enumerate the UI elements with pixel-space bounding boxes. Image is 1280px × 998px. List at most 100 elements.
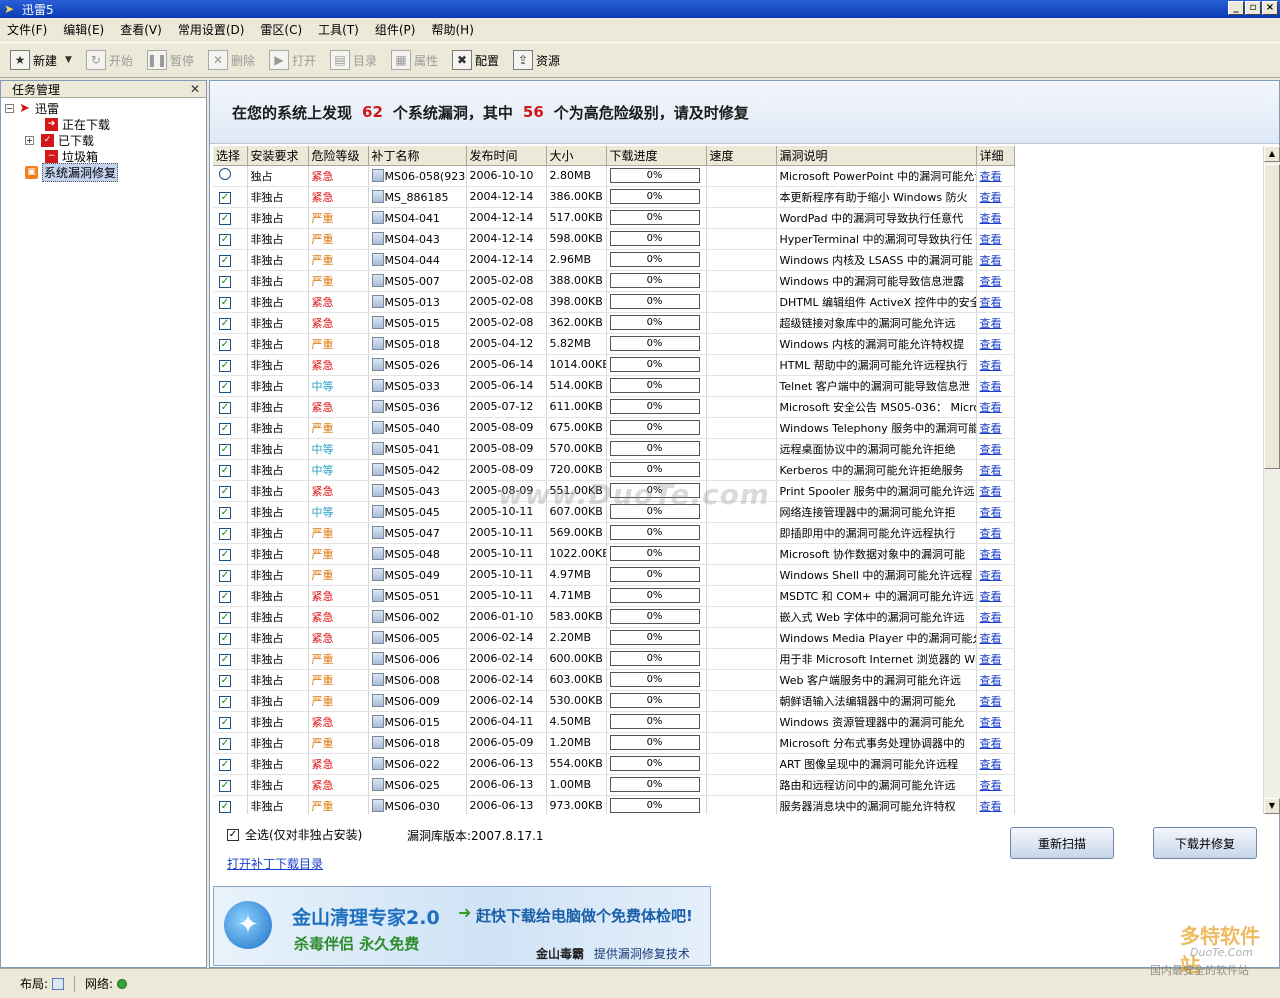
collapse-icon[interactable]: −: [5, 103, 14, 113]
open-download-dir-link[interactable]: 打开补丁下载目录: [227, 855, 323, 872]
new-button[interactable]: ★ 新建 ▼: [6, 47, 76, 73]
resources-button[interactable]: ⇪ 资源: [509, 47, 564, 73]
table-row[interactable]: ✓ 非独占 紧急 MS06-015 2006-04-11 4.50MB 0% Windows …: [213, 711, 1015, 733]
maximize-button[interactable]: ▫: [1245, 1, 1261, 15]
table-row[interactable]: ✓ 非独占 中等 MS05-042 2005-08-09 720.00KB 0% Kerber…: [213, 459, 1015, 481]
select-all-checkbox[interactable]: ✓: [227, 828, 239, 841]
menu-view[interactable]: 查看(V): [112, 20, 170, 40]
view-detail-link[interactable]: 查看: [980, 338, 1002, 351]
dropdown-arrow-icon[interactable]: ▼: [65, 55, 72, 65]
menu-edit[interactable]: 编辑(E): [55, 20, 112, 40]
row-select-checkbox[interactable]: ✓: [219, 401, 231, 414]
view-detail-link[interactable]: 查看: [980, 191, 1002, 204]
row-select-checkbox[interactable]: ✓: [219, 548, 231, 561]
tree-node-downloaded[interactable]: + ✓ 已下载: [1, 132, 206, 148]
row-select-checkbox[interactable]: ✓: [219, 338, 231, 351]
table-row[interactable]: ✓ 非独占 严重 MS06-030 2006-06-13 973.00KB 0% 服务器消息块…: [213, 795, 1015, 814]
properties-button[interactable]: ▦ 属性: [387, 47, 442, 73]
directory-button[interactable]: ▤ 目录: [326, 47, 381, 73]
view-detail-link[interactable]: 查看: [980, 233, 1002, 246]
col-severity[interactable]: 危险等级: [308, 146, 369, 166]
row-select-checkbox[interactable]: ✓: [219, 653, 231, 666]
row-select-checkbox[interactable]: ✓: [219, 674, 231, 687]
row-select-checkbox[interactable]: ✓: [219, 380, 231, 393]
view-detail-link[interactable]: 查看: [980, 212, 1002, 225]
row-select-checkbox[interactable]: ✓: [219, 590, 231, 603]
menu-components[interactable]: 组件(P): [367, 20, 424, 40]
view-detail-link[interactable]: 查看: [980, 359, 1002, 372]
row-select-checkbox[interactable]: ✓: [219, 359, 231, 372]
table-row[interactable]: ✓ 非独占 中等 MS05-041 2005-08-09 570.00KB 0% 远程桌面协议…: [213, 438, 1015, 460]
view-detail-link[interactable]: 查看: [980, 590, 1002, 603]
view-detail-link[interactable]: 查看: [980, 401, 1002, 414]
start-button[interactable]: ↻ 开始: [82, 47, 137, 73]
row-select-checkbox[interactable]: ✓: [219, 716, 231, 729]
ad-banner[interactable]: ✦ 金山清理专家2.0 杀毒伴侣 永久免费 ➜ 赶快下载给电脑做个免费体检吧! …: [213, 886, 711, 966]
close-button[interactable]: ×: [1262, 1, 1278, 15]
row-select-checkbox[interactable]: ✓: [219, 485, 231, 498]
view-detail-link[interactable]: 查看: [980, 737, 1002, 750]
view-detail-link[interactable]: 查看: [980, 548, 1002, 561]
row-select-checkbox[interactable]: ✓: [219, 506, 231, 519]
table-row[interactable]: ✓ 非独占 严重 MS06-009 2006-02-14 530.00KB 0% 朝鲜语输入法…: [213, 690, 1015, 712]
view-detail-link[interactable]: 查看: [980, 779, 1002, 792]
view-detail-link[interactable]: 查看: [980, 170, 1002, 183]
view-detail-link[interactable]: 查看: [980, 569, 1002, 582]
layout-icon[interactable]: [52, 977, 65, 990]
tree-node-vuln-fix[interactable]: ▣ 系统漏洞修复: [1, 162, 206, 182]
row-select-checkbox[interactable]: ✓: [219, 569, 231, 582]
view-detail-link[interactable]: 查看: [980, 632, 1002, 645]
table-row[interactable]: ✓ 非独占 紧急 MS05-026 2005-06-14 1014.00KB 0% HTML …: [213, 354, 1015, 376]
select-all-control[interactable]: ✓ 全选(仅对非独占安装): [227, 826, 362, 843]
row-select-checkbox[interactable]: ✓: [219, 443, 231, 456]
view-detail-link[interactable]: 查看: [980, 674, 1002, 687]
row-select-checkbox[interactable]: ✓: [219, 233, 231, 246]
view-detail-link[interactable]: 查看: [980, 464, 1002, 477]
row-select-checkbox[interactable]: ✓: [219, 422, 231, 435]
view-detail-link[interactable]: 查看: [980, 254, 1002, 267]
table-row[interactable]: ✓ 非独占 紧急 MS06-005 2006-02-14 2.20MB 0% Windows …: [213, 627, 1015, 649]
pause-button[interactable]: ❚❚ 暂停: [143, 47, 198, 73]
tree-node-thunder[interactable]: − ➤ 迅雷: [1, 100, 206, 116]
table-row[interactable]: ✓ 非独占 严重 MS06-018 2006-05-09 1.20MB 0% Microsof…: [213, 732, 1015, 754]
table-row[interactable]: ✓ 非独占 严重 MS06-006 2006-02-14 600.00KB 0% 用于非 Mi…: [213, 648, 1015, 670]
table-row[interactable]: ✓ 非独占 严重 MS05-048 2005-10-11 1022.00KB 0% Micro…: [213, 543, 1015, 565]
menu-settings[interactable]: 常用设置(D): [170, 20, 253, 40]
table-row[interactable]: ✓ 非独占 紧急 MS05-036 2005-07-12 611.00KB 0% Micros…: [213, 396, 1015, 418]
col-detail[interactable]: 详细: [976, 146, 1015, 166]
row-select-radio[interactable]: [219, 168, 231, 180]
menu-zone[interactable]: 雷区(C): [252, 20, 310, 40]
expand-icon[interactable]: +: [25, 135, 34, 145]
table-row[interactable]: ✓ 非独占 严重 MS05-007 2005-02-08 388.00KB 0% Window…: [213, 270, 1015, 292]
row-select-checkbox[interactable]: ✓: [219, 632, 231, 645]
row-select-checkbox[interactable]: ✓: [219, 464, 231, 477]
table-row[interactable]: ✓ 非独占 中等 MS05-033 2005-06-14 514.00KB 0% Telnet…: [213, 375, 1015, 397]
view-detail-link[interactable]: 查看: [980, 716, 1002, 729]
view-detail-link[interactable]: 查看: [980, 758, 1002, 771]
view-detail-link[interactable]: 查看: [980, 653, 1002, 666]
col-speed[interactable]: 速度: [706, 146, 777, 166]
view-detail-link[interactable]: 查看: [980, 800, 1002, 813]
col-size[interactable]: 大小: [546, 146, 607, 166]
view-detail-link[interactable]: 查看: [980, 317, 1002, 330]
menu-tools[interactable]: 工具(T): [310, 20, 367, 40]
col-release-date[interactable]: 发布时间: [466, 146, 547, 166]
table-scrollbar[interactable]: ▲ ▼: [1263, 146, 1280, 814]
col-description[interactable]: 漏洞说明: [776, 146, 977, 166]
row-select-checkbox[interactable]: ✓: [219, 758, 231, 771]
table-row[interactable]: ✓ 非独占 紧急 MS06-002 2006-01-10 583.00KB 0% 嵌入式 We…: [213, 606, 1015, 628]
view-detail-link[interactable]: 查看: [980, 380, 1002, 393]
row-select-checkbox[interactable]: ✓: [219, 695, 231, 708]
view-detail-link[interactable]: 查看: [980, 506, 1002, 519]
config-button[interactable]: ✖ 配置: [448, 47, 503, 73]
scroll-thumb[interactable]: [1264, 164, 1280, 469]
row-select-checkbox[interactable]: ✓: [219, 212, 231, 225]
col-select[interactable]: 选择: [213, 146, 248, 166]
row-select-checkbox[interactable]: ✓: [219, 611, 231, 624]
view-detail-link[interactable]: 查看: [980, 275, 1002, 288]
scroll-up-icon[interactable]: ▲: [1264, 146, 1280, 162]
row-select-checkbox[interactable]: ✓: [219, 296, 231, 309]
table-row[interactable]: ✓ 非独占 严重 MS04-044 2004-12-14 2.96MB 0% Windows …: [213, 249, 1015, 271]
row-select-checkbox[interactable]: ✓: [219, 527, 231, 540]
table-row[interactable]: ✓ 非独占 紧急 MS05-015 2005-02-08 362.00KB 0% 超级链接对象…: [213, 312, 1015, 334]
